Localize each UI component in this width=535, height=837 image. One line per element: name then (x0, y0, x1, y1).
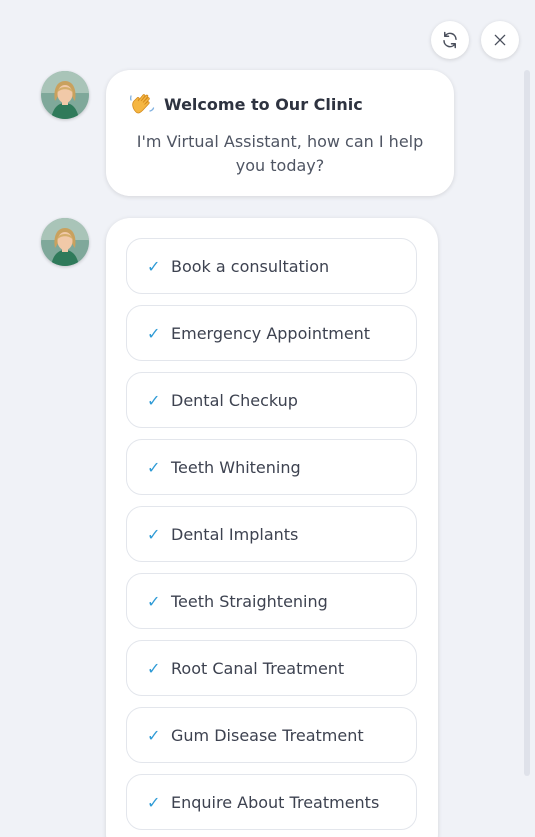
refresh-icon (443, 31, 457, 49)
scrollbar[interactable] (524, 70, 530, 776)
option-enquire-about-treatments[interactable]: ✓ Enquire About Treatments (126, 774, 417, 830)
check-icon: ✓ (147, 725, 161, 745)
option-book-consultation[interactable]: ✓ Book a consultation (126, 238, 417, 294)
refresh-button[interactable] (431, 21, 469, 59)
check-icon: ✓ (147, 390, 161, 410)
assistant-avatar (41, 218, 89, 266)
option-emergency-appointment[interactable]: ✓ Emergency Appointment (126, 305, 417, 361)
option-label: Book a consultation (171, 256, 330, 276)
option-root-canal-treatment[interactable]: ✓ Root Canal Treatment (126, 640, 417, 696)
option-label: Teeth Straightening (171, 591, 328, 611)
welcome-title: Welcome to Our Clinic (164, 94, 363, 114)
option-dental-implants[interactable]: ✓ Dental Implants (126, 506, 417, 562)
welcome-message-text: I'm Virtual Assistant, how can I help yo… (136, 132, 424, 175)
option-label: Enquire About Treatments (171, 792, 380, 812)
welcome-header: Welcome to Our Clinic (128, 90, 363, 118)
check-icon: ✓ (147, 323, 161, 343)
close-button[interactable] (481, 21, 519, 59)
check-icon: ✓ (147, 792, 161, 812)
option-label: Teeth Whitening (171, 457, 301, 477)
option-label: Dental Implants (171, 524, 299, 544)
assistant-avatar (41, 71, 89, 119)
option-gum-disease-treatment[interactable]: ✓ Gum Disease Treatment (126, 707, 417, 763)
chat-window: Welcome to Our Clinic I'm Virtual Assist… (0, 0, 535, 837)
close-icon (494, 34, 506, 46)
check-icon: ✓ (147, 524, 161, 544)
check-icon: ✓ (147, 591, 161, 611)
check-icon: ✓ (147, 658, 161, 678)
option-teeth-straightening[interactable]: ✓ Teeth Straightening (126, 573, 417, 629)
waving-hand-icon (129, 94, 155, 114)
option-teeth-whitening[interactable]: ✓ Teeth Whitening (126, 439, 417, 495)
option-label: Root Canal Treatment (171, 658, 345, 678)
option-label: Emergency Appointment (171, 323, 371, 343)
check-icon: ✓ (147, 457, 161, 477)
options-bubble: ✓ Book a consultation ✓ Emergency Appoin… (106, 218, 438, 837)
option-label: Dental Checkup (171, 390, 298, 410)
welcome-message-bubble: Welcome to Our Clinic I'm Virtual Assist… (106, 70, 454, 196)
option-dental-checkup[interactable]: ✓ Dental Checkup (126, 372, 417, 428)
check-icon: ✓ (147, 256, 161, 276)
option-label: Gum Disease Treatment (171, 725, 364, 745)
